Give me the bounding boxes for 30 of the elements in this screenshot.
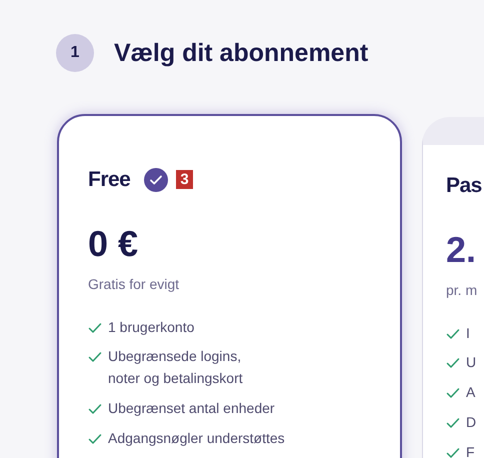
check-icon	[446, 416, 460, 430]
plan-card[interactable]: Free 3 0 € Gratis for evigt 1 brugerkonto Ubegrænsede logins, noter og betalingskort Ubegrænset antal enheder Adgangsnøgler understøttes	[57, 114, 402, 458]
plan-card[interactable]: Pas 2. pr. m I U A D F	[422, 117, 484, 458]
plan-name: Free	[88, 167, 130, 192]
check-icon	[88, 350, 102, 364]
check-icon	[446, 446, 460, 458]
check-icon	[88, 320, 102, 335]
plan-price: 2.	[446, 230, 478, 270]
feature-text: A	[466, 383, 476, 402]
plan-name: Pas	[446, 173, 482, 198]
feature-text: F	[466, 442, 475, 458]
check-icon	[144, 168, 168, 192]
number-marker: 3	[176, 170, 193, 190]
feature-text: Ubegrænsede logins, noter og betalingskort	[108, 347, 243, 388]
feature-text: U	[466, 353, 476, 372]
plan-price: 0 €	[88, 224, 140, 264]
check-icon	[88, 432, 102, 446]
check-icon	[446, 326, 460, 341]
step-title: Vælg dit abonnement	[114, 38, 368, 68]
feature-text: D	[466, 412, 476, 432]
feature-text: Ubegrænset antal enheder	[108, 398, 275, 418]
price-period: Gratis for evigt	[88, 274, 180, 294]
feature-text: I	[466, 324, 470, 343]
feature-text: 1 brugerkonto	[108, 318, 194, 337]
step-number: 1	[56, 34, 94, 72]
feature-text: Adgangsnøgler understøttes	[108, 428, 285, 448]
check-icon	[88, 402, 102, 416]
check-icon	[446, 356, 460, 370]
check-icon	[446, 386, 460, 400]
price-period: pr. m	[446, 280, 478, 300]
